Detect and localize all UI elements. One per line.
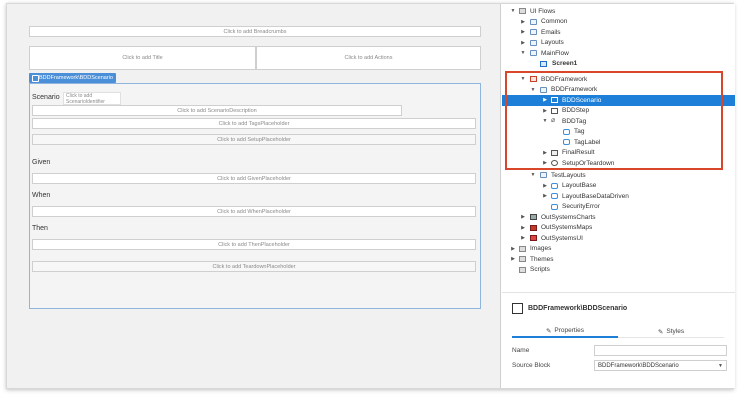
tree-item-securityerror[interactable]: SecurityError (502, 202, 735, 213)
chevron-right-icon[interactable]: ▶ (510, 246, 516, 252)
tree-item-themes[interactable]: ▶ Themes (502, 254, 735, 265)
flow-icon (530, 50, 537, 57)
tree-item-ui-flows[interactable]: ▼ UI Flows (502, 6, 735, 17)
then-label: Then (32, 225, 48, 232)
tree-item-testlayouts[interactable]: ▼ TestLayouts (502, 170, 735, 181)
flow-icon (540, 172, 547, 179)
chevron-right-icon[interactable]: ▶ (520, 214, 526, 220)
name-label: Name (512, 347, 530, 354)
block-tag[interactable]: BDDFramework\BDDScenario (29, 73, 116, 83)
tree-item-scripts[interactable]: Scripts (502, 265, 735, 276)
scenario-description-placeholder[interactable]: Click to add ScenarioDescription (32, 105, 402, 116)
name-row: Name (512, 345, 727, 356)
highlight-box (505, 71, 723, 170)
tab-styles[interactable]: ✎ Styles (618, 325, 724, 338)
screen-icon (540, 60, 547, 67)
title-placeholder[interactable]: Click to add Title (29, 46, 256, 70)
chevron-right-icon[interactable]: ▶ (520, 19, 526, 25)
window: Click to add Breadcrumbs Click to add Ti… (6, 3, 735, 389)
elements-tree: ▼ UI Flows ▶ Common ▶ Emails ▶ Layouts ▼ (502, 4, 735, 280)
module-icon (530, 235, 537, 242)
tree-item-outsystemsmaps[interactable]: ▶ OutSystemsMaps (502, 223, 735, 234)
scenario-identifier-placeholder[interactable]: Click to add ScenarioIdentifier (63, 92, 121, 105)
breadcrumbs-placeholder[interactable]: Click to add Breadcrumbs (29, 26, 481, 37)
source-block-select[interactable]: BDDFramework\BDDScenario ▼ (594, 360, 727, 371)
given-label: Given (32, 159, 51, 166)
chevron-down-icon[interactable]: ▼ (510, 8, 516, 14)
scenario-label: Scenario (32, 94, 60, 101)
tree-item-layoutbase[interactable]: ▶ LayoutBase (502, 181, 735, 192)
block-icon (512, 303, 523, 314)
tags-placeholder[interactable]: Click to add TagsPlaceholder (32, 118, 476, 129)
block-icon (551, 193, 558, 200)
tree-item-screen1[interactable]: Screen1 (502, 59, 735, 70)
chevron-down-icon[interactable]: ▼ (530, 172, 536, 178)
folder-icon (519, 266, 526, 273)
name-input[interactable] (594, 345, 727, 356)
folder-icon (519, 256, 526, 263)
chevron-down-icon[interactable]: ▼ (718, 363, 723, 369)
when-label: When (32, 192, 51, 199)
tree-item-common[interactable]: ▶ Common (502, 17, 735, 28)
tab-properties[interactable]: ✎ Properties (512, 325, 618, 338)
wrench-icon: ✎ (545, 327, 552, 335)
module-icon (530, 214, 537, 221)
setup-placeholder[interactable]: Click to add SetupPlaceholder (32, 134, 476, 145)
flow-icon (530, 18, 537, 25)
chevron-right-icon[interactable]: ▶ (520, 40, 526, 46)
teardown-placeholder[interactable]: Click to add TeardownPlaceholder (32, 261, 476, 272)
source-block-row: Source Block BDDFramework\BDDScenario ▼ (512, 360, 727, 371)
chevron-down-icon[interactable]: ▼ (520, 50, 526, 56)
chevron-right-icon[interactable]: ▶ (520, 225, 526, 231)
tree-item-emails[interactable]: ▶ Emails (502, 27, 735, 38)
right-panel: ▼ UI Flows ▶ Common ▶ Emails ▶ Layouts ▼ (502, 4, 735, 388)
tree-item-layouts[interactable]: ▶ Layouts (502, 38, 735, 49)
tree-item-mainflow[interactable]: ▼ MainFlow (502, 48, 735, 59)
folder-icon (519, 8, 526, 15)
bdd-scenario-block[interactable] (29, 83, 481, 309)
brush-icon: ✎ (657, 328, 664, 336)
chevron-right-icon[interactable]: ▶ (510, 256, 516, 262)
design-canvas[interactable]: Click to add Breadcrumbs Click to add Ti… (7, 4, 501, 388)
tree-item-layoutbasedatadriven[interactable]: ▶ LayoutBaseDataDriven (502, 191, 735, 202)
actions-placeholder[interactable]: Click to add Actions (256, 46, 481, 70)
source-block-label: Source Block (512, 362, 551, 369)
properties-panel: BDDFramework\BDDScenario ✎ Properties ✎ … (502, 292, 735, 388)
then-placeholder[interactable]: Click to add ThenPlaceholder (32, 239, 476, 250)
flow-icon (530, 29, 537, 36)
block-icon (551, 203, 558, 210)
tree-item-images[interactable]: ▶ Images (502, 244, 735, 255)
when-placeholder[interactable]: Click to add WhenPlaceholder (32, 206, 476, 217)
tree-item-outsystemsui[interactable]: ▶ OutSystemsUI (502, 233, 735, 244)
flow-icon (530, 39, 537, 46)
given-placeholder[interactable]: Click to add GivenPlaceholder (32, 173, 476, 184)
chevron-right-icon[interactable]: ▶ (520, 29, 526, 35)
properties-header: BDDFramework\BDDScenario (512, 303, 627, 314)
chevron-right-icon[interactable]: ▶ (542, 193, 548, 199)
block-icon (551, 182, 558, 189)
module-icon (530, 224, 537, 231)
chevron-right-icon[interactable]: ▶ (520, 235, 526, 241)
folder-icon (519, 245, 526, 252)
chevron-right-icon[interactable]: ▶ (542, 183, 548, 189)
tree-item-outsystemscharts[interactable]: ▶ OutSystemsCharts (502, 212, 735, 223)
properties-tabs: ✎ Properties ✎ Styles (512, 325, 724, 338)
